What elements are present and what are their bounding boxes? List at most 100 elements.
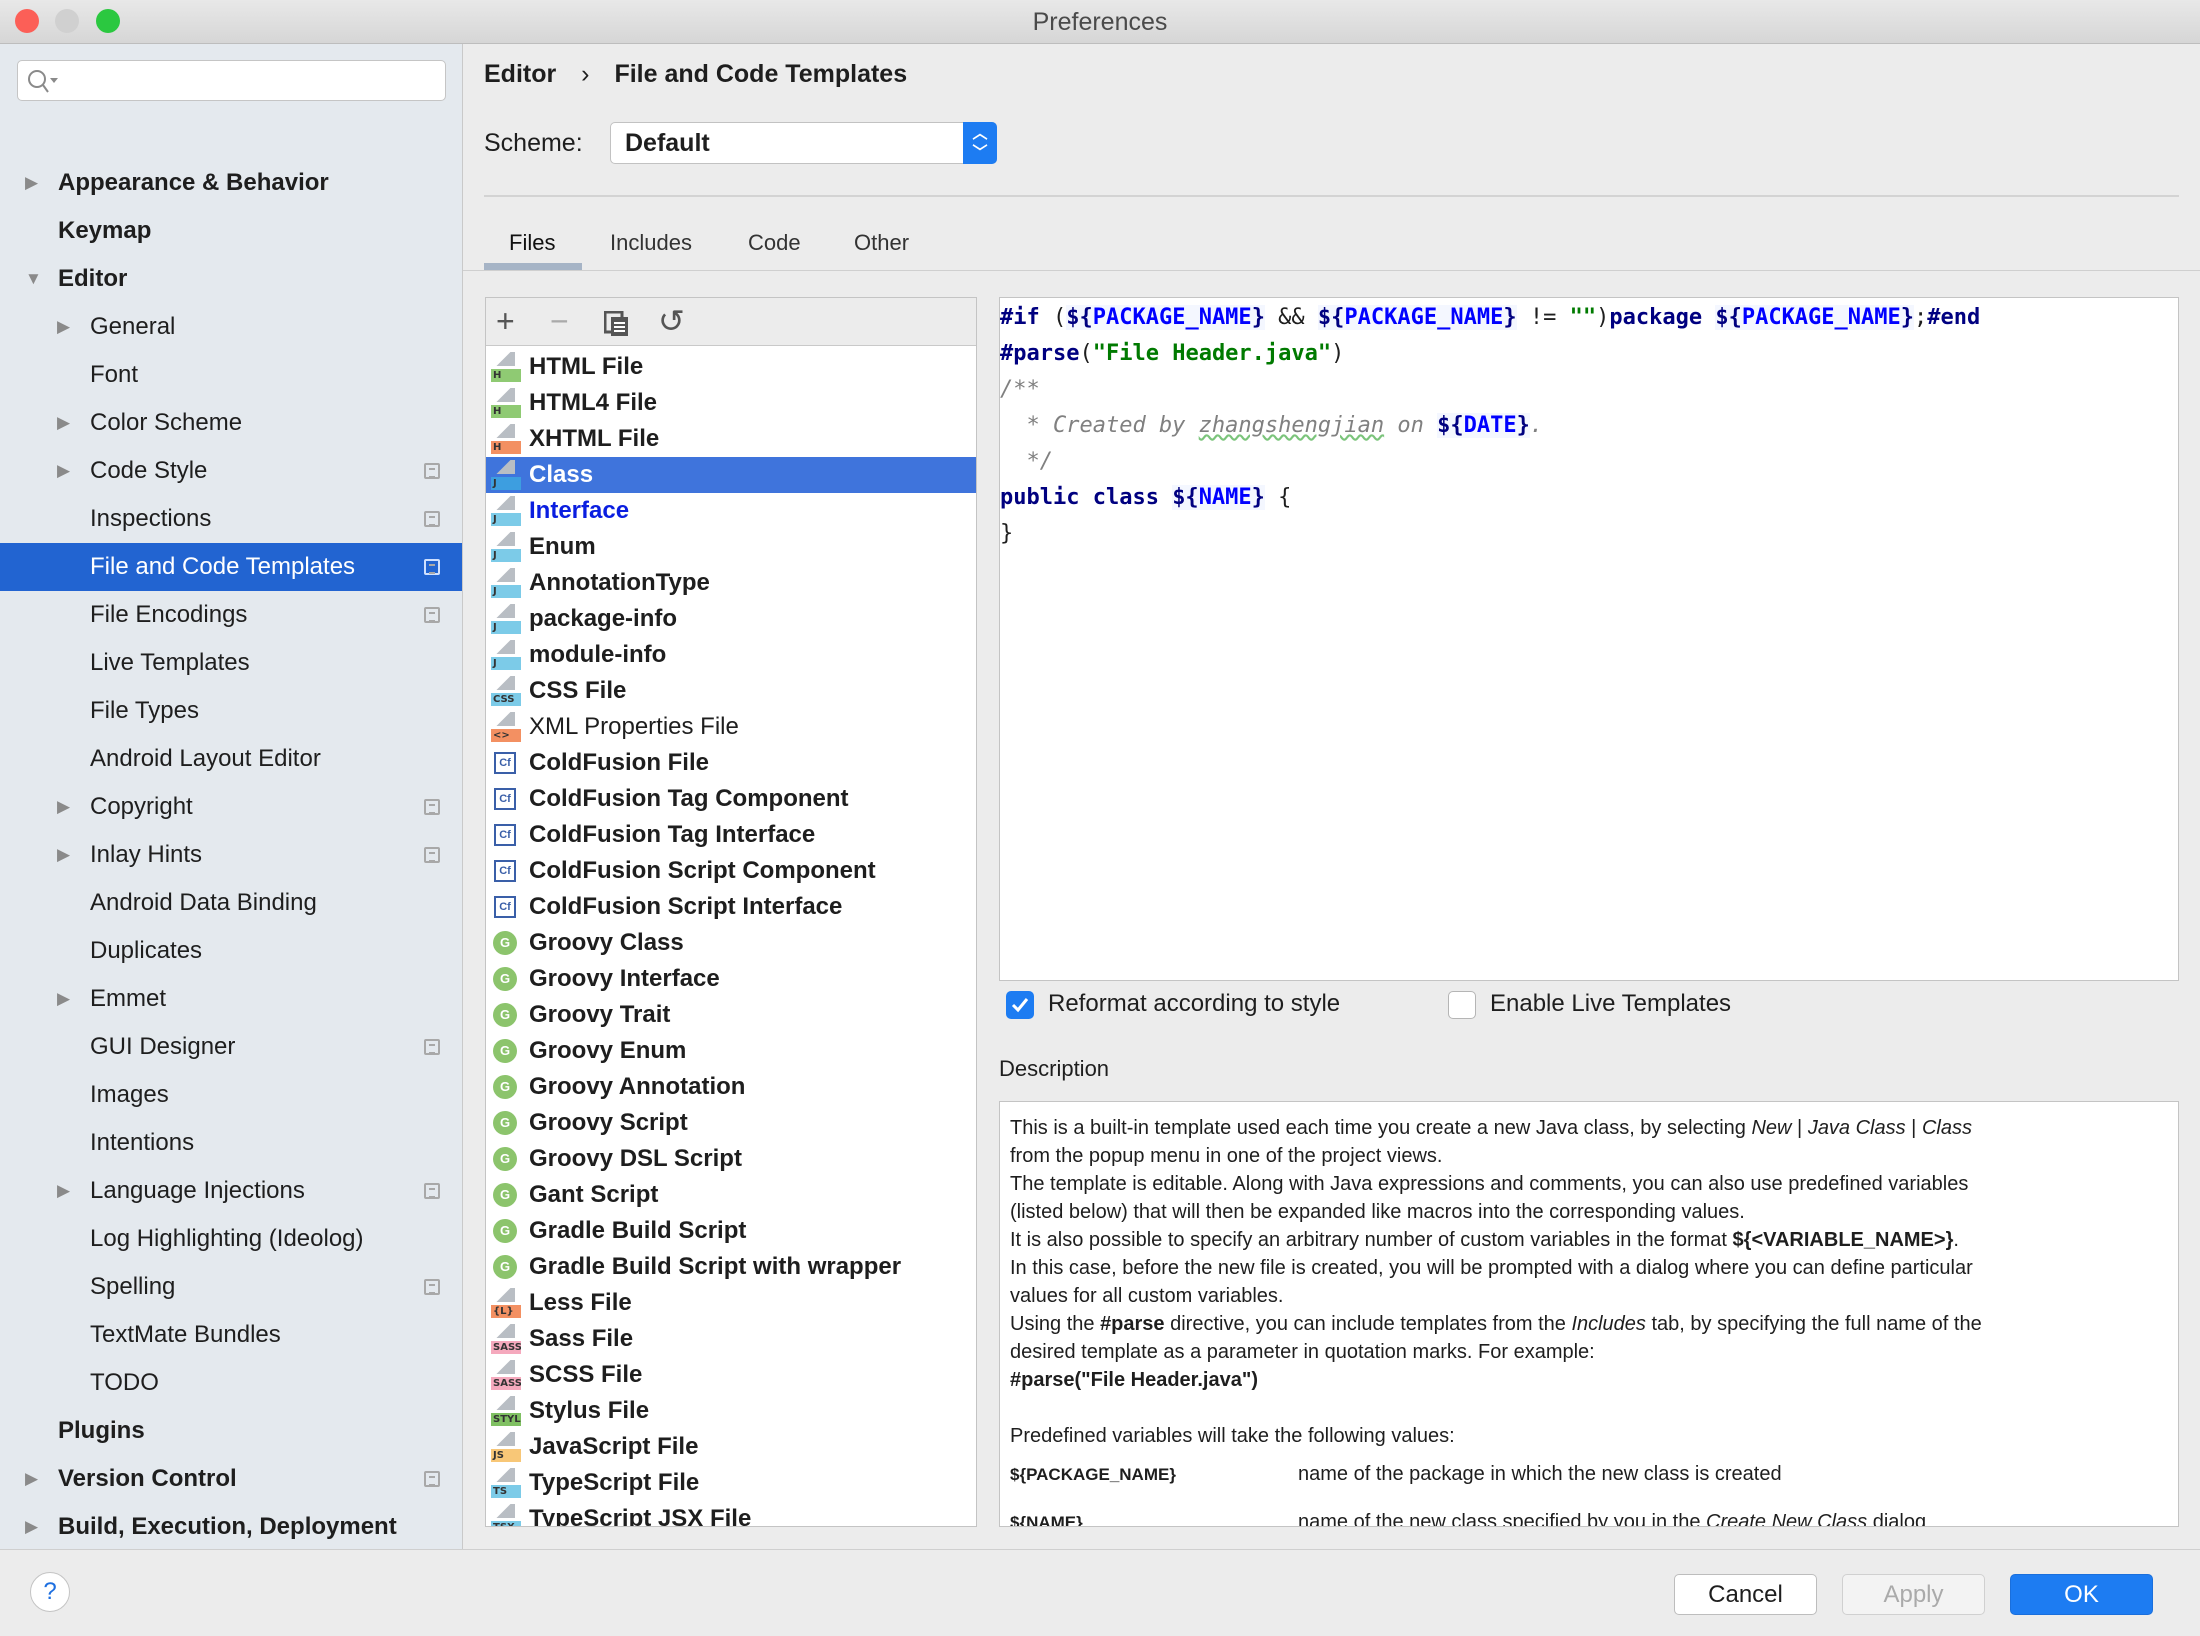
sidebar-item-gui-designer[interactable]: GUI Designer <box>0 1023 462 1071</box>
chevron-right-icon[interactable]: ▶ <box>57 975 70 1023</box>
sidebar-item-todo[interactable]: TODO <box>0 1359 462 1407</box>
sidebar-item-general[interactable]: ▶ General <box>0 303 462 351</box>
code-line: } <box>1000 516 1013 552</box>
sidebar-item-copyright[interactable]: ▶ Copyright <box>0 783 462 831</box>
template-list-item[interactable]: H HTML File <box>486 349 976 385</box>
sidebar-item-duplicates[interactable]: Duplicates <box>0 927 462 975</box>
sidebar-item-keymap[interactable]: Keymap <box>0 207 462 255</box>
template-list-item[interactable]: Jpackage-info <box>486 601 976 637</box>
sidebar-item-android-data-binding[interactable]: Android Data Binding <box>0 879 462 927</box>
sidebar-item-android-layout-editor[interactable]: Android Layout Editor <box>0 735 462 783</box>
tab-other[interactable]: Other <box>854 230 909 256</box>
sidebar-item-textmate-bundles[interactable]: TextMate Bundles <box>0 1311 462 1359</box>
description-text: directive, you can include templates fro… <box>1164 1313 1572 1335</box>
template-list-item[interactable]: J Enum <box>486 529 976 565</box>
sidebar-item-code-style[interactable]: ▶ Code Style <box>0 447 462 495</box>
tab-includes[interactable]: Includes <box>610 230 692 256</box>
template-list-item[interactable]: Cf ColdFusion Tag Component <box>486 781 976 817</box>
template-list-item[interactable]: G Groovy Annotation <box>486 1069 976 1105</box>
sidebar-item-editor[interactable]: ▼ Editor <box>0 255 462 303</box>
template-list-item[interactable]: Jmodule-info <box>486 637 976 673</box>
chevron-right-icon[interactable]: ▶ <box>57 1167 70 1215</box>
template-list-item[interactable]: Cf ColdFusion Script Component <box>486 853 976 889</box>
template-list-item[interactable]: J Interface <box>486 493 976 529</box>
sidebar-item-emmet[interactable]: ▶ Emmet <box>0 975 462 1023</box>
template-code-editor[interactable]: #if (${PACKAGE_NAME} && ${PACKAGE_NAME} … <box>999 297 2179 981</box>
reformat-checkbox[interactable] <box>1006 991 1034 1019</box>
reformat-label[interactable]: Reformat according to style <box>1048 990 1340 1018</box>
template-list-item[interactable]: J AnnotationType <box>486 565 976 601</box>
template-list-item[interactable]: Cf ColdFusion File <box>486 745 976 781</box>
chevron-right-icon[interactable]: ▶ <box>25 1503 38 1549</box>
template-list-item[interactable]: Cf ColdFusion Script Interface <box>486 889 976 925</box>
live-templates-label[interactable]: Enable Live Templates <box>1490 990 1731 1018</box>
project-scope-icon <box>424 799 440 815</box>
sidebar-item-appearance-behavior[interactable]: ▶ Appearance & Behavior <box>0 159 462 207</box>
template-list-item[interactable]: H XHTML File <box>486 421 976 457</box>
sidebar-item-file-encodings[interactable]: File Encodings <box>0 591 462 639</box>
chevron-right-icon[interactable]: ▶ <box>57 303 70 351</box>
help-button[interactable]: ? <box>30 1572 70 1612</box>
template-list-item[interactable]: G Groovy Class <box>486 925 976 961</box>
chevron-right-icon[interactable]: ▶ <box>57 831 70 879</box>
sidebar-item-plugins[interactable]: Plugins <box>0 1407 462 1455</box>
code-token: PACKAGE_NAME <box>1092 305 1252 330</box>
chevron-right-icon[interactable]: ▶ <box>57 783 70 831</box>
template-list-item[interactable]: SASS Sass File <box>486 1321 976 1357</box>
scheme-dropdown[interactable]: Default ︿ ﹀ <box>610 122 997 164</box>
sidebar-item-file-and-code-templates[interactable]: File and Code Templates <box>0 543 462 591</box>
chevron-down-icon[interactable]: ▼ <box>25 255 42 303</box>
tab-code[interactable]: Code <box>748 230 801 256</box>
sidebar-item-file-types[interactable]: File Types <box>0 687 462 735</box>
cancel-button[interactable]: Cancel <box>1674 1574 1817 1615</box>
apply-button[interactable]: Apply <box>1842 1574 1985 1615</box>
sidebar-item-live-templates[interactable]: Live Templates <box>0 639 462 687</box>
ok-button[interactable]: OK <box>2010 1574 2153 1615</box>
sidebar-item-language-injections[interactable]: ▶ Language Injections <box>0 1167 462 1215</box>
template-list-item[interactable]: G Groovy Enum <box>486 1033 976 1069</box>
chevron-right-icon[interactable]: ▶ <box>57 447 70 495</box>
template-list-item[interactable]: SASS SCSS File <box>486 1357 976 1393</box>
copy-template-button[interactable] <box>603 309 630 343</box>
sidebar-item-spelling[interactable]: Spelling <box>0 1263 462 1311</box>
chevron-right-icon[interactable]: ▶ <box>25 159 38 207</box>
sidebar-item-intentions[interactable]: Intentions <box>0 1119 462 1167</box>
template-list-item[interactable]: J Class <box>486 457 976 493</box>
template-list-item[interactable]: Cf ColdFusion Tag Interface <box>486 817 976 853</box>
template-list-item[interactable]: G Groovy DSL Script <box>486 1141 976 1177</box>
remove-template-button[interactable]: − <box>550 304 569 338</box>
template-list-item[interactable]: JS JavaScript File <box>486 1429 976 1465</box>
tab-files[interactable]: Files <box>509 230 555 256</box>
chevron-right-icon[interactable]: ▶ <box>25 1455 38 1503</box>
sidebar-item-images[interactable]: Images <box>0 1071 462 1119</box>
template-list-item[interactable]: <> XML Properties File <box>486 709 976 745</box>
reset-template-button[interactable]: ↺ <box>658 304 685 338</box>
add-template-button[interactable]: + <box>496 304 515 338</box>
sidebar-item-version-control[interactable]: ▶ Version Control <box>0 1455 462 1503</box>
template-list-item[interactable]: G Gradle Build Script <box>486 1213 976 1249</box>
settings-search-input[interactable] <box>17 60 446 101</box>
template-list-item[interactable]: G Groovy Interface <box>486 961 976 997</box>
template-list-item[interactable]: {L} Less File <box>486 1285 976 1321</box>
sidebar-item-label: General <box>90 313 176 340</box>
template-list-item[interactable]: G Groovy Trait <box>486 997 976 1033</box>
sidebar-item-font[interactable]: Font <box>0 351 462 399</box>
sidebar-item-inspections[interactable]: Inspections <box>0 495 462 543</box>
template-list-item[interactable]: H HTML4 File <box>486 385 976 421</box>
chevron-right-icon[interactable]: ▶ <box>57 399 70 447</box>
template-list-item[interactable]: STYL Stylus File <box>486 1393 976 1429</box>
template-list-item[interactable]: CSS CSS File <box>486 673 976 709</box>
template-list-item[interactable]: G Groovy Script <box>486 1105 976 1141</box>
live-templates-checkbox[interactable] <box>1448 991 1476 1019</box>
template-list-item[interactable]: TS TypeScript File <box>486 1465 976 1501</box>
description-line: (listed below) that will then be expande… <box>1010 1198 2168 1226</box>
template-list-item[interactable]: G Gradle Build Script with wrapper <box>486 1249 976 1285</box>
template-list-item[interactable]: TSX TypeScript JSX File <box>486 1501 976 1526</box>
breadcrumb-parent[interactable]: Editor <box>484 60 556 88</box>
sidebar-item-label: File Encodings <box>90 601 248 628</box>
template-list-item[interactable]: G Gant Script <box>486 1177 976 1213</box>
sidebar-item-inlay-hints[interactable]: ▶ Inlay Hints <box>0 831 462 879</box>
sidebar-item-build-execution-deployment[interactable]: ▶ Build, Execution, Deployment <box>0 1503 462 1549</box>
sidebar-item-color-scheme[interactable]: ▶ Color Scheme <box>0 399 462 447</box>
sidebar-item-log-highlighting-ideolog-[interactable]: Log Highlighting (Ideolog) <box>0 1215 462 1263</box>
